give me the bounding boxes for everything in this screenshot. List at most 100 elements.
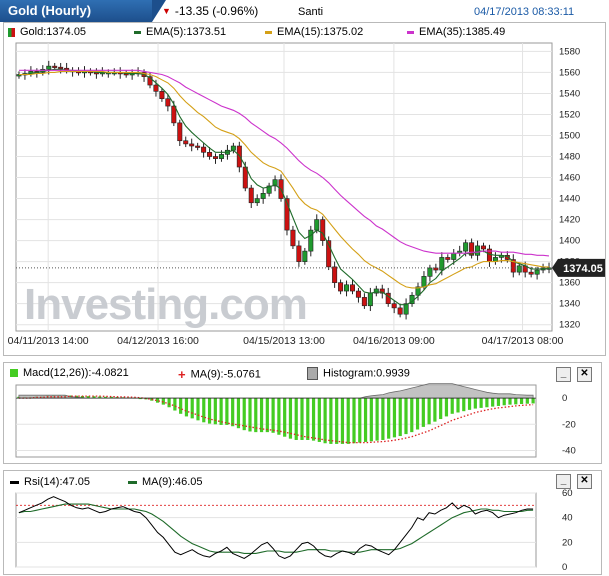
macd-bar xyxy=(525,398,529,404)
rsi-y-tick-label: 20 xyxy=(562,537,573,548)
macd-bar xyxy=(410,398,414,433)
instrument-tab[interactable]: Gold (Hourly) xyxy=(0,0,152,22)
candle-body xyxy=(290,229,296,247)
candle-body xyxy=(481,245,487,250)
macd-bar xyxy=(179,398,183,414)
candle-body xyxy=(159,91,165,100)
macd-bar xyxy=(219,398,223,425)
macd-bar xyxy=(519,398,524,404)
candle-body xyxy=(248,187,254,204)
rsi-y-tick-label: 60 xyxy=(562,488,573,499)
rsi-y-tick-label: 40 xyxy=(562,513,573,524)
macd-bar xyxy=(346,398,350,444)
y-tick-label: 1400 xyxy=(559,236,580,247)
header-bar: Gold (Hourly) ▼ -13.35 (-0.96%) Santi 04/… xyxy=(0,0,609,23)
candle-body xyxy=(52,65,58,68)
candle-body xyxy=(355,290,361,298)
macd-bar xyxy=(496,398,501,406)
y-tick-label: 1420 xyxy=(559,215,580,226)
macd-bar xyxy=(392,398,397,438)
x-tick-label: 04/11/2013 14:00 xyxy=(8,335,89,347)
macd-bar xyxy=(231,398,235,427)
macd-bar xyxy=(375,398,379,441)
macd-y-tick-label: 0 xyxy=(562,393,567,404)
price-change-value: -13.35 (-0.96%) xyxy=(174,4,259,18)
macd-bar xyxy=(300,398,304,440)
candle-body xyxy=(349,284,355,292)
rsi-panel: Rsi(14):47.05 MA(9):46.05 _ ✕ 0 20 40 60 xyxy=(3,470,602,575)
macd-bar xyxy=(283,398,287,437)
candle-body xyxy=(177,122,183,142)
candle-body xyxy=(254,198,260,204)
candle-body xyxy=(528,271,534,275)
macd-y-tick-label: -20 xyxy=(562,419,576,430)
candle-body xyxy=(439,257,445,271)
candle-body xyxy=(427,267,433,277)
macd-bar xyxy=(323,398,327,444)
macd-bar xyxy=(485,398,489,408)
candle-body xyxy=(218,154,224,159)
candle-body xyxy=(314,219,320,231)
macd-bar xyxy=(421,398,425,427)
candle-body xyxy=(46,65,52,70)
candle-body xyxy=(433,267,439,271)
macd-bar xyxy=(439,398,443,420)
price-change: ▼ -13.35 (-0.96%) xyxy=(162,4,258,18)
candle-body xyxy=(361,297,367,307)
x-tick-label: 04/15/2013 13:00 xyxy=(243,335,325,347)
macd-bar xyxy=(196,398,200,421)
macd-bar xyxy=(404,398,408,435)
y-tick-label: 1340 xyxy=(559,299,580,310)
rsi-y-tick-label: 0 xyxy=(562,562,567,573)
macd-bar xyxy=(508,398,512,405)
candle-body xyxy=(445,257,451,260)
macd-bar xyxy=(340,398,345,444)
macd-bar xyxy=(363,398,368,442)
y-tick-label: 1520 xyxy=(559,109,580,120)
candle-body xyxy=(183,140,189,145)
y-tick-label: 1560 xyxy=(559,67,580,78)
macd-bar xyxy=(358,398,362,443)
macd-bar xyxy=(467,398,472,410)
macd-bar xyxy=(202,398,206,423)
candle-body xyxy=(213,156,219,159)
macd-chart[interactable]: 0 -20 -40 xyxy=(4,363,601,463)
macd-bar xyxy=(335,398,339,444)
candle-body xyxy=(344,284,350,292)
macd-bar xyxy=(387,398,391,439)
x-tick-label: 04/17/2013 08:00 xyxy=(482,335,564,347)
y-tick-label: 1580 xyxy=(559,46,580,57)
candle-body xyxy=(189,143,195,147)
candle-body xyxy=(451,252,457,260)
candle-body xyxy=(153,84,159,92)
candle-body xyxy=(421,276,427,288)
candle-body xyxy=(338,282,344,292)
macd-bar xyxy=(398,398,402,437)
macd-bar xyxy=(173,398,177,411)
macd-bar xyxy=(311,398,316,441)
candle-body xyxy=(260,193,266,199)
timestamp: 04/17/2013 08:33:11 xyxy=(474,6,575,18)
candle-body xyxy=(320,219,326,241)
rsi-chart[interactable]: 0 20 40 60 xyxy=(4,471,601,574)
candle-body xyxy=(391,303,397,309)
candle-body xyxy=(302,250,308,262)
x-tick-label: 04/16/2013 09:00 xyxy=(353,335,435,347)
macd-bar xyxy=(294,398,298,440)
macd-bar xyxy=(381,398,385,440)
macd-bar xyxy=(317,398,321,442)
down-arrow-icon: ▼ xyxy=(162,6,171,16)
macd-bar xyxy=(502,398,506,406)
macd-y-tick-label: -40 xyxy=(562,445,576,456)
x-tick-label: 04/12/2013 16:00 xyxy=(117,335,199,347)
macd-bar xyxy=(479,398,483,408)
candle-body xyxy=(230,145,236,151)
rsi-plot-area xyxy=(15,492,537,568)
y-tick-label: 1540 xyxy=(559,88,580,99)
macd-bar xyxy=(265,398,269,433)
macd-bar xyxy=(462,398,466,412)
macd-bar xyxy=(473,398,477,409)
price-chart[interactable]: 1320134013601380140014201440146014801500… xyxy=(4,23,605,355)
macd-bar xyxy=(514,398,518,405)
candle-body xyxy=(296,245,302,262)
